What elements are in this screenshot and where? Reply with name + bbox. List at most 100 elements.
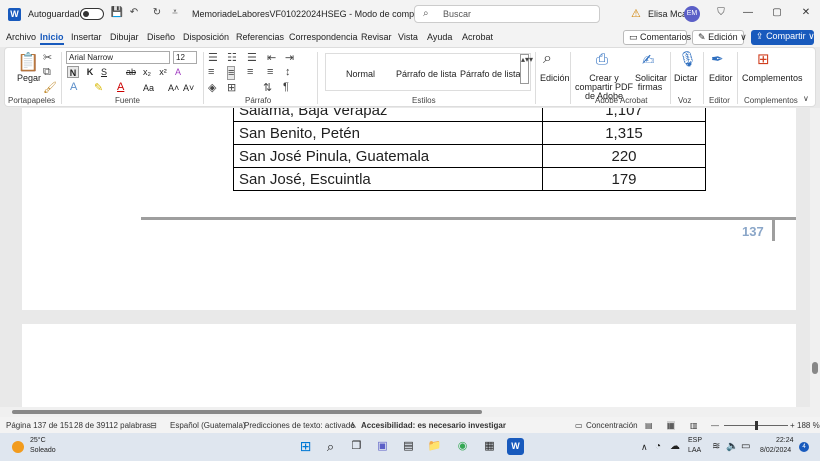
editing-mode-button[interactable]: ✎ Edición ∨	[692, 30, 747, 45]
avatar[interactable]: EM	[684, 6, 700, 22]
tab-ayuda[interactable]: Ayuda	[427, 32, 452, 42]
subscript-button[interactable]: x₂	[141, 66, 153, 78]
zoom-in-button[interactable]: +	[790, 421, 795, 430]
tab-revisar[interactable]: Revisar	[361, 32, 392, 42]
print-layout-icon[interactable]: ▦	[667, 421, 675, 430]
text-predictions[interactable]: Predicciones de texto: activado	[244, 421, 355, 430]
highlight-icon[interactable]: ✎	[94, 81, 103, 94]
page-info[interactable]: Página 137 de 151	[6, 421, 73, 430]
align-center-icon[interactable]: ≡	[227, 66, 236, 80]
read-mode-icon[interactable]: ▤	[645, 421, 653, 430]
tray-app-icon[interactable]: ◔	[655, 441, 661, 452]
addins-button[interactable]: Complementos	[742, 73, 803, 83]
multilevel-list-icon[interactable]: ☰	[247, 51, 257, 64]
wifi-icon[interactable]: ≋	[712, 441, 720, 452]
minimize-icon[interactable]: —	[741, 7, 755, 18]
undo-icon[interactable]: ↶	[127, 7, 141, 18]
show-marks-icon[interactable]: ¶	[283, 81, 289, 93]
close-icon[interactable]: ✕	[799, 7, 813, 18]
shading-icon[interactable]: ◈	[208, 81, 216, 94]
align-left-icon[interactable]: ≡	[208, 66, 214, 78]
microphone-icon[interactable]: 🎙	[678, 50, 697, 68]
clock-time[interactable]: 22:24	[776, 437, 794, 444]
tray-expand-icon[interactable]: ∧	[641, 442, 648, 453]
tab-disposicion[interactable]: Disposición	[183, 32, 229, 42]
align-right-icon[interactable]: ≡	[247, 66, 253, 78]
decrease-indent-icon[interactable]: ⇤	[267, 51, 276, 64]
editor-button[interactable]: Editor	[709, 73, 733, 83]
file-explorer-icon[interactable]: 📁	[426, 438, 443, 455]
bold-button[interactable]: N	[67, 66, 79, 78]
cloud-icon[interactable]: ☁	[670, 441, 680, 452]
user-name[interactable]: Elisa Mcal	[648, 9, 689, 19]
request-signatures-button[interactable]: Solicitar firmas	[635, 74, 667, 92]
task-view-icon[interactable]: ❐	[348, 438, 365, 455]
volume-icon[interactable]: 🔈	[726, 441, 738, 452]
tab-diseno[interactable]: Diseño	[147, 32, 175, 42]
diamond-icon[interactable]: ⛉	[714, 7, 728, 18]
customize-toolbar-icon[interactable]: ⩡	[168, 7, 182, 18]
editor-icon[interactable]: ✒	[711, 50, 724, 68]
sort-icon[interactable]: ⇅	[263, 81, 272, 94]
styles-scroll-icon[interactable]: ▴▾▾	[520, 54, 533, 84]
next-document-page[interactable]	[22, 324, 796, 407]
vertical-scroll-thumb[interactable]	[812, 362, 818, 374]
weather-temperature[interactable]: 25°C	[30, 437, 46, 444]
underline-button[interactable]: S	[98, 66, 110, 78]
app-icon[interactable]: ▦	[481, 438, 498, 455]
zoom-out-button[interactable]: —	[711, 421, 719, 430]
document-title[interactable]: MemoriadeLaboresVF01022024HSEG - Modo de…	[192, 9, 445, 20]
request-signatures-icon[interactable]: ✍	[642, 51, 655, 69]
edition-button[interactable]: Edición	[540, 73, 570, 83]
tab-referencias[interactable]: Referencias	[236, 32, 284, 42]
strikethrough-button[interactable]: ab	[125, 66, 137, 78]
word-taskbar-icon[interactable]: W	[507, 438, 524, 455]
language-indicator[interactable]: Español (Guatemala)	[170, 421, 246, 430]
style-list-paragraph[interactable]: Párrafo de lista	[396, 69, 457, 79]
focus-button[interactable]: Concentración	[586, 421, 638, 430]
italic-button[interactable]: K	[84, 66, 96, 78]
dictate-button[interactable]: Dictar	[674, 73, 698, 83]
find-icon[interactable]: ⌕	[543, 50, 552, 68]
tab-acrobat[interactable]: Acrobat	[462, 32, 493, 42]
document-area[interactable]: Salamá, Baja Verapaz 1,107 San Benito, Pet…	[0, 108, 820, 407]
clock-date[interactable]: 8/02/2024	[760, 447, 791, 454]
font-increase-button[interactable]: A˄	[168, 83, 179, 93]
bullets-icon[interactable]: ☰	[208, 51, 218, 64]
maximize-icon[interactable]: ▢	[770, 7, 784, 18]
change-case-button[interactable]: Aa	[143, 83, 154, 93]
increase-indent-icon[interactable]: ⇥	[285, 51, 294, 64]
document-page[interactable]: Salamá, Baja Verapaz 1,107 San Benito, Pet…	[22, 108, 796, 310]
warning-icon[interactable]: ⚠	[631, 7, 641, 20]
zoom-level[interactable]: 188 %	[797, 421, 820, 430]
accessibility-icon[interactable]: ♿	[350, 421, 357, 430]
chat-icon[interactable]: ▣	[374, 438, 391, 455]
weather-sun-icon[interactable]	[12, 441, 24, 453]
paste-button[interactable]: Pegar	[17, 73, 41, 83]
cut-icon[interactable]: ✂	[43, 51, 52, 64]
taskbar-search-icon[interactable]: ⌕	[322, 438, 339, 455]
chrome-icon[interactable]: ◉	[454, 438, 471, 455]
tab-dibujar[interactable]: Dibujar	[110, 32, 139, 42]
font-size-select[interactable]: 12	[173, 51, 197, 64]
style-list-paragraph-2[interactable]: Párrafo de lista	[460, 69, 520, 79]
files-icon[interactable]: ▤	[400, 438, 417, 455]
ribbon-collapse-icon[interactable]: ∨	[803, 94, 809, 103]
text-effects-icon[interactable]: A	[172, 66, 184, 78]
text-effects-color-icon[interactable]: A	[70, 81, 77, 93]
weather-condition[interactable]: Soleado	[30, 447, 56, 454]
notification-badge[interactable]: 4	[799, 442, 809, 452]
tab-vista[interactable]: Vista	[398, 32, 418, 42]
tab-inicio[interactable]: Inicio	[40, 32, 64, 45]
create-pdf-icon[interactable]: ⎙	[596, 51, 608, 68]
superscript-button[interactable]: x²	[157, 66, 169, 78]
borders-icon[interactable]: ⊞	[227, 81, 236, 94]
justify-icon[interactable]: ≡	[267, 66, 273, 78]
language-bottom[interactable]: LAA	[688, 447, 701, 454]
share-button[interactable]: ⇪ Compartir ∨	[751, 30, 815, 45]
horizontal-scroll-thumb[interactable]	[12, 410, 482, 414]
autosave-toggle[interactable]	[80, 8, 104, 20]
tab-insertar[interactable]: Insertar	[71, 32, 102, 42]
search-box[interactable]: ⌕ Buscar	[414, 5, 600, 23]
tab-correspondencia[interactable]: Correspondencia	[289, 32, 358, 42]
